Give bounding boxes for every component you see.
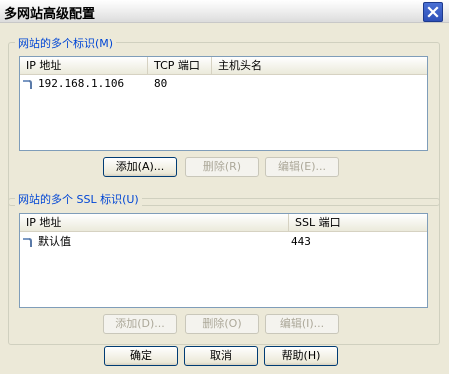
ssl-identities-group-label: 网站的多个 SSL 标识(U) xyxy=(15,191,142,207)
list-item[interactable]: 192.168.1.106 80 xyxy=(20,76,427,92)
identities-group: 网站的多个标识(M) IP 地址 TCP 端口 主机头名 192.168.1.1… xyxy=(8,35,440,206)
column-header-ssl-port[interactable]: SSL 端口 xyxy=(289,214,427,231)
remove-identity-button[interactable]: 删除(R) xyxy=(185,157,259,177)
identities-list-header: IP 地址 TCP 端口 主机头名 xyxy=(20,57,427,75)
add-ssl-identity-button[interactable]: 添加(D)... xyxy=(103,314,177,334)
column-header-ip[interactable]: IP 地址 xyxy=(20,57,148,74)
close-button[interactable] xyxy=(423,2,443,22)
ssl-list-header: IP 地址 SSL 端口 xyxy=(20,214,427,232)
identities-list[interactable]: IP 地址 TCP 端口 主机头名 192.168.1.106 80 xyxy=(19,56,428,151)
title-bar[interactable]: 多网站高级配置 xyxy=(0,0,449,23)
cancel-button[interactable]: 取消 xyxy=(184,346,258,366)
row-ip-address: 默认值 xyxy=(38,235,71,248)
network-pipe-icon xyxy=(22,78,36,90)
help-button[interactable]: 帮助(H) xyxy=(264,346,338,366)
row-ip-address: 192.168.1.106 xyxy=(38,77,125,90)
add-identity-button[interactable]: 添加(A)... xyxy=(103,157,177,177)
ok-button[interactable]: 确定 xyxy=(104,346,178,366)
close-icon xyxy=(427,6,439,18)
column-header-host-name[interactable]: 主机头名 xyxy=(212,57,427,74)
remove-ssl-identity-button[interactable]: 删除(O) xyxy=(185,314,259,334)
column-header-ip[interactable]: IP 地址 xyxy=(20,214,289,231)
row-tcp-port: 80 xyxy=(154,77,168,90)
column-header-tcp-port[interactable]: TCP 端口 xyxy=(148,57,212,74)
window-title: 多网站高级配置 xyxy=(4,7,96,22)
ssl-identities-group: 网站的多个 SSL 标识(U) IP 地址 SSL 端口 默认值 443 添加(… xyxy=(8,191,440,345)
edit-ssl-identity-button[interactable]: 编辑(I)... xyxy=(265,314,339,334)
row-ssl-port: 443 xyxy=(291,235,311,248)
edit-identity-button[interactable]: 编辑(E)... xyxy=(265,157,339,177)
identities-group-label: 网站的多个标识(M) xyxy=(15,35,117,51)
network-pipe-icon xyxy=(22,236,36,248)
ssl-identities-list[interactable]: IP 地址 SSL 端口 默认值 443 xyxy=(19,213,428,308)
dialog-body: 网站的多个标识(M) IP 地址 TCP 端口 主机头名 192.168.1.1… xyxy=(0,23,449,374)
list-item[interactable]: 默认值 443 xyxy=(20,234,427,250)
